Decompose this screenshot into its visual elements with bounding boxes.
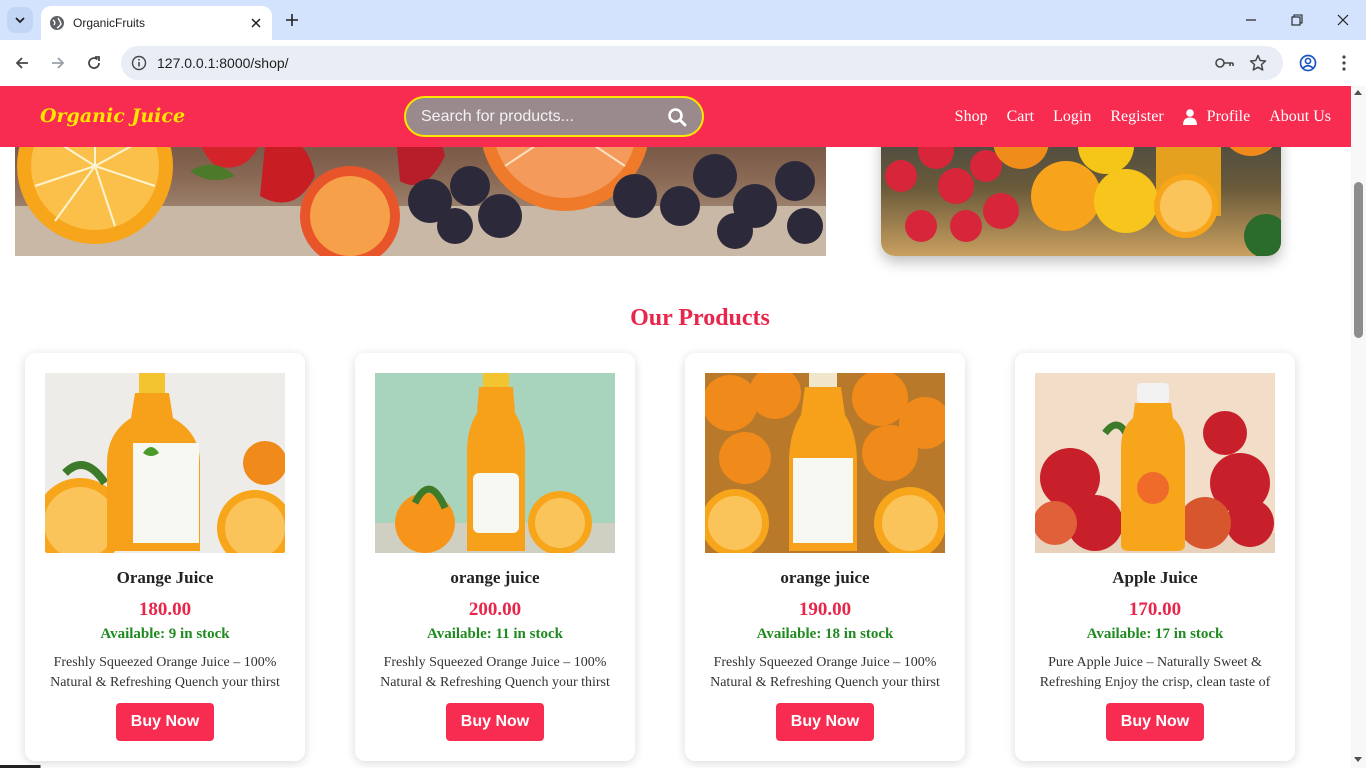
- reload-button[interactable]: [80, 49, 108, 77]
- product-stock: Available: 9 in stock: [100, 626, 230, 642]
- search-button[interactable]: [666, 106, 688, 128]
- bookmark-button[interactable]: [1248, 53, 1268, 73]
- product-price: 200.00: [468, 599, 522, 620]
- product-description: Freshly Squeezed Orange Juice – 100% Nat…: [50, 655, 280, 690]
- product-name[interactable]: orange juice: [355, 568, 635, 588]
- address-bar[interactable]: 127.0.0.1:8000/shop/: [121, 46, 1283, 80]
- restore-button[interactable]: [1274, 0, 1320, 40]
- product-name[interactable]: Orange Juice: [25, 568, 305, 588]
- product-stock: Available: 18 in stock: [756, 626, 894, 642]
- product-price: 170.00: [1128, 599, 1182, 620]
- chevron-down-icon: [15, 17, 25, 24]
- user-icon: [1182, 108, 1197, 125]
- product-description: Freshly Squeezed Orange Juice – 100% Nat…: [710, 655, 940, 690]
- page-viewport: Organic Juice Shop Cart Login Register P…: [0, 86, 1366, 768]
- close-icon: [251, 18, 261, 28]
- nav-link-profile-label: Profile: [1206, 107, 1251, 125]
- scroll-up-arrow-icon[interactable]: [1354, 90, 1362, 95]
- browser-toolbar: 127.0.0.1:8000/shop/: [0, 40, 1366, 86]
- new-tab-button[interactable]: [280, 8, 304, 32]
- product-image[interactable]: [705, 373, 945, 553]
- product-name[interactable]: Apple Juice: [1015, 568, 1295, 588]
- juice-bottle-illustration: [1035, 373, 1275, 553]
- minimize-icon: [1246, 19, 1256, 21]
- product-stock: Available: 17 in stock: [1086, 626, 1224, 642]
- product-card: orange juice 190.00 Available: 18 in sto…: [685, 353, 965, 761]
- product-card: Apple Juice 170.00 Available: 17 in stoc…: [1015, 353, 1295, 761]
- site-navbar: Organic Juice Shop Cart Login Register P…: [0, 86, 1351, 147]
- product-price: 190.00: [798, 599, 852, 620]
- password-key-button[interactable]: [1215, 53, 1235, 73]
- page-scrollbar[interactable]: [1351, 86, 1366, 768]
- tab-close-button[interactable]: [244, 11, 268, 35]
- product-image[interactable]: [1035, 373, 1275, 553]
- product-image[interactable]: [45, 373, 285, 553]
- account-circle-icon: [1299, 54, 1317, 72]
- buy-now-button[interactable]: Buy Now: [446, 703, 544, 741]
- forward-button[interactable]: [44, 49, 72, 77]
- more-vertical-icon: [1342, 55, 1346, 71]
- juice-bottle-illustration: [705, 373, 945, 553]
- search-input[interactable]: [421, 98, 661, 135]
- plus-icon: [286, 14, 298, 26]
- arrow-left-icon: [15, 57, 28, 69]
- close-icon: [1337, 14, 1349, 26]
- nav-links: Shop Cart Login Register Profile About U…: [936, 86, 1331, 147]
- back-button[interactable]: [8, 49, 36, 77]
- globe-icon: [50, 16, 64, 30]
- key-icon: [1215, 58, 1234, 68]
- scrollbar-thumb[interactable]: [1354, 182, 1363, 338]
- profile-button[interactable]: [1294, 49, 1322, 77]
- url-text[interactable]: 127.0.0.1:8000/shop/: [157, 55, 289, 71]
- product-card: orange juice 200.00 Available: 11 in sto…: [355, 353, 635, 761]
- nav-link-about-us[interactable]: About Us: [1269, 108, 1331, 126]
- restore-icon: [1291, 14, 1303, 26]
- buy-now-button[interactable]: Buy Now: [776, 703, 874, 741]
- tab-title: OrganicFruits: [73, 16, 146, 30]
- nav-link-cart[interactable]: Cart: [1007, 108, 1035, 126]
- tab-search-button[interactable]: [7, 7, 33, 33]
- arrow-right-icon: [52, 57, 65, 69]
- search-bar: [404, 96, 704, 137]
- info-icon: [131, 55, 147, 71]
- juice-bottle-illustration: [375, 373, 615, 553]
- nav-link-login[interactable]: Login: [1053, 108, 1091, 126]
- nav-link-register[interactable]: Register: [1110, 108, 1163, 126]
- product-stock: Available: 11 in stock: [427, 626, 563, 642]
- product-price: 180.00: [138, 599, 192, 620]
- buy-now-button[interactable]: Buy Now: [116, 703, 214, 741]
- section-title: Our Products: [630, 305, 770, 331]
- site-info-button[interactable]: [129, 53, 149, 73]
- product-card: Orange Juice 180.00 Available: 9 in stoc…: [25, 353, 305, 761]
- nav-link-profile[interactable]: Profile: [1182, 107, 1251, 126]
- search-icon: [668, 108, 687, 127]
- juice-bottle-illustration: [45, 373, 285, 553]
- nav-link-shop[interactable]: Shop: [955, 108, 988, 126]
- minimize-button[interactable]: [1228, 0, 1274, 40]
- product-description: Freshly Squeezed Orange Juice – 100% Nat…: [380, 655, 610, 690]
- reload-icon: [88, 56, 100, 69]
- window-close-button[interactable]: [1320, 0, 1366, 40]
- product-description: Pure Apple Juice – Naturally Sweet & Ref…: [1039, 655, 1271, 690]
- browser-menu-button[interactable]: [1330, 49, 1358, 77]
- star-icon: [1249, 54, 1267, 71]
- product-name[interactable]: orange juice: [685, 568, 965, 588]
- scroll-down-arrow-icon[interactable]: [1354, 757, 1362, 762]
- product-image[interactable]: [375, 373, 615, 553]
- brand-logo[interactable]: Organic Juice: [40, 105, 185, 127]
- browser-tabstrip: OrganicFruits: [0, 0, 1366, 40]
- browser-tab[interactable]: OrganicFruits: [41, 6, 272, 40]
- buy-now-button[interactable]: Buy Now: [1106, 703, 1204, 741]
